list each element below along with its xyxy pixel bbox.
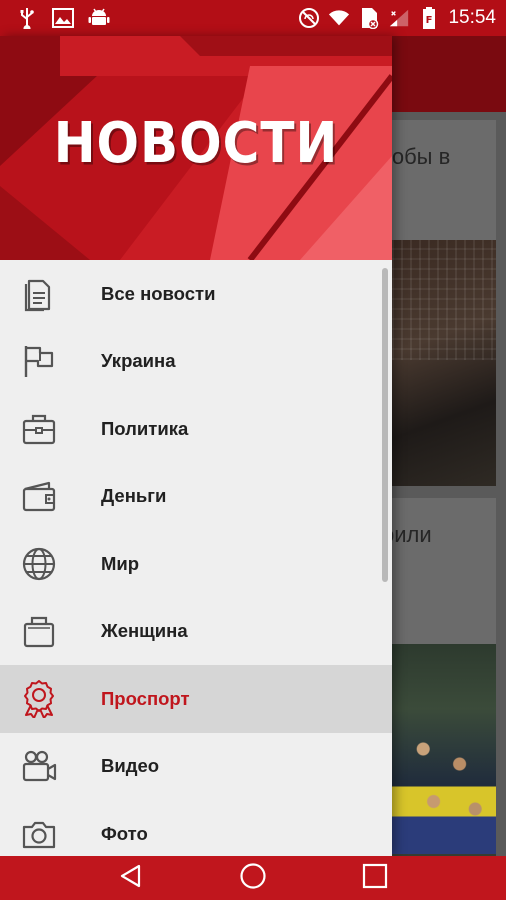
menu-item-label: Украина bbox=[101, 350, 176, 372]
drawer-scrollbar[interactable] bbox=[382, 268, 388, 582]
navigation-drawer: НОВОСТИ Все новости Украина Политика Ден… bbox=[0, 36, 392, 856]
usb-icon bbox=[16, 7, 38, 29]
status-bar: F 15:54 bbox=[0, 0, 506, 36]
globe-icon bbox=[20, 545, 58, 583]
menu-item-label: Мир bbox=[101, 552, 140, 574]
menu-item-label: Фото bbox=[101, 822, 148, 844]
svg-text:F: F bbox=[426, 15, 433, 26]
back-button[interactable] bbox=[111, 858, 151, 898]
sim-icon bbox=[358, 7, 380, 29]
background-news-card: рили bbox=[392, 498, 496, 856]
menu-item-prosport[interactable]: Проспорт bbox=[0, 665, 392, 733]
image-icon bbox=[52, 7, 74, 29]
home-button[interactable] bbox=[233, 858, 273, 898]
signal-icon bbox=[388, 7, 410, 29]
recents-icon bbox=[362, 863, 388, 894]
menu-item-world[interactable]: Мир bbox=[0, 530, 392, 598]
clock: 15:54 bbox=[448, 7, 496, 28]
camera-icon bbox=[20, 815, 58, 853]
flag-icon bbox=[20, 342, 58, 380]
android-icon bbox=[88, 7, 110, 29]
menu-item-woman[interactable]: Женщина bbox=[0, 598, 392, 666]
document-icon bbox=[20, 275, 58, 313]
menu-item-photo[interactable]: Фото bbox=[0, 800, 392, 856]
menu-item-all-news[interactable]: Все новости bbox=[0, 260, 392, 328]
wallet-icon bbox=[20, 477, 58, 515]
news-card-title: рили bbox=[392, 522, 432, 547]
recents-button[interactable] bbox=[355, 858, 395, 898]
bag-icon bbox=[20, 612, 58, 650]
navigation-bar bbox=[0, 856, 506, 900]
award-icon bbox=[20, 679, 58, 718]
battery-icon: F bbox=[418, 7, 440, 29]
wifi-icon bbox=[328, 7, 350, 29]
menu-item-politics[interactable]: Политика bbox=[0, 395, 392, 463]
menu-item-money[interactable]: Деньги bbox=[0, 463, 392, 531]
menu-item-video[interactable]: Видео bbox=[0, 733, 392, 801]
drawer-menu: Все новости Украина Политика Деньги Мир … bbox=[0, 260, 392, 856]
menu-item-label: Политика bbox=[101, 417, 189, 439]
menu-item-label: Все новости bbox=[101, 282, 216, 304]
background-news-card: тобы в bbox=[392, 120, 496, 486]
menu-item-ukraine[interactable]: Украина bbox=[0, 328, 392, 396]
menu-item-label: Женщина bbox=[101, 620, 188, 642]
news-card-image bbox=[392, 240, 496, 486]
menu-item-label: Видео bbox=[101, 755, 160, 777]
menu-item-label: Проспорт bbox=[101, 687, 190, 709]
no-disturb-icon bbox=[298, 7, 320, 29]
home-icon bbox=[239, 862, 267, 895]
app-logo: НОВОСТИ bbox=[53, 110, 339, 176]
back-icon bbox=[118, 863, 144, 894]
news-card-image bbox=[392, 644, 496, 856]
briefcase-icon bbox=[20, 410, 58, 448]
menu-item-label: Деньги bbox=[101, 485, 167, 507]
news-card-title: тобы в bbox=[392, 144, 451, 169]
drawer-header: НОВОСТИ bbox=[0, 36, 392, 260]
video-camera-icon bbox=[20, 747, 58, 785]
